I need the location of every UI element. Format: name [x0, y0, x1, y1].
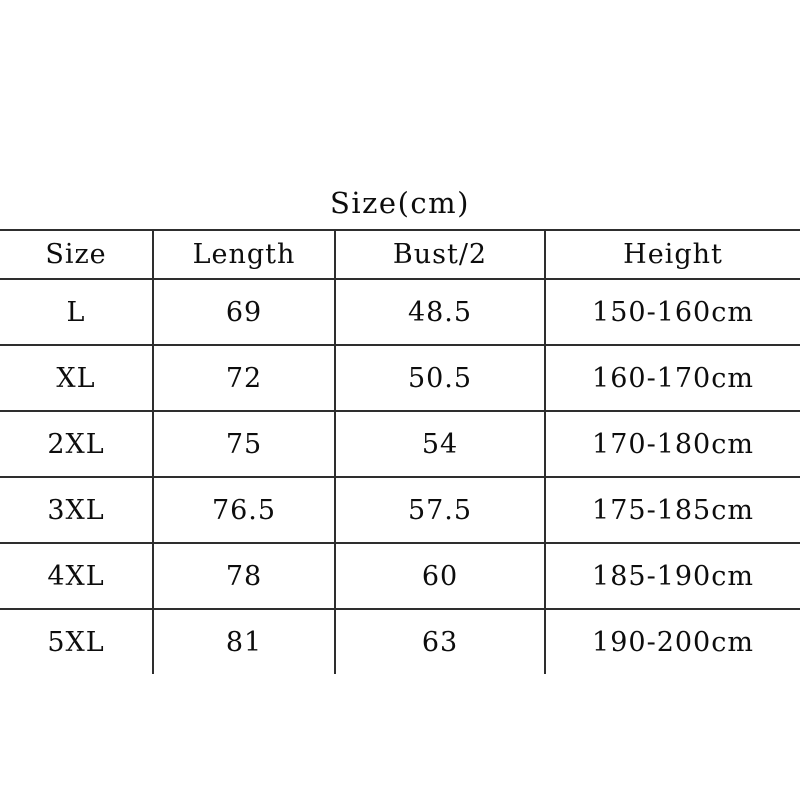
table-row: XL 72 50.5 160-170cm [0, 345, 800, 412]
table-row: L 69 48.5 150-160cm [0, 279, 800, 346]
cell-length: 69 [153, 279, 336, 346]
cell-height: 160-170cm [545, 345, 800, 412]
cell-length: 75 [153, 411, 336, 478]
cell-bust: 57.5 [335, 477, 546, 544]
cell-bust: 50.5 [335, 345, 546, 412]
cell-size: 5XL [0, 609, 154, 674]
cell-size: 3XL [0, 477, 154, 544]
column-header-height: Height [545, 229, 800, 280]
column-header-size: Size [0, 229, 154, 280]
cell-bust: 63 [335, 609, 546, 674]
cell-height: 170-180cm [545, 411, 800, 478]
cell-height: 150-160cm [545, 279, 800, 346]
cell-height: 190-200cm [592, 626, 754, 658]
cell-size: XL [0, 345, 154, 412]
cell-bust: 48.5 [335, 279, 546, 346]
cell-bust: 60 [335, 543, 546, 610]
table-row: 3XL 76.5 57.5 175-185cm [0, 477, 800, 544]
cell-height: 175-185cm [545, 477, 800, 544]
table-row: 4XL 78 60 185-190cm [0, 543, 800, 610]
cell-height: 185-190cm [545, 543, 800, 610]
cell-length: 78 [153, 543, 336, 610]
page-title: Size(cm) [330, 186, 470, 220]
cell-length: 76.5 [153, 477, 336, 544]
table-row: 5XL 81 63 190-200cm [0, 609, 800, 674]
column-header-bust: Bust/2 [335, 229, 546, 280]
size-chart-root: Size(cm) Size Length Bust/2 Height L 69 … [0, 0, 800, 800]
table-row: 2XL 75 54 170-180cm [0, 411, 800, 478]
table-body: L 69 48.5 150-160cm XL 72 50.5 160-170cm… [0, 279, 800, 674]
cell-length: 72 [153, 345, 336, 412]
cell-size: 4XL [0, 543, 154, 610]
cell-length: 81 [153, 609, 336, 674]
table-header-row: Size Length Bust/2 Height [0, 229, 800, 280]
size-chart-table: Size Length Bust/2 Height L 69 48.5 150-… [0, 229, 800, 674]
cell-size: 2XL [0, 411, 154, 478]
cell-size: L [0, 279, 154, 346]
column-header-length: Length [153, 229, 336, 280]
table-header: Size Length Bust/2 Height [0, 229, 800, 280]
cell-bust: 54 [335, 411, 546, 478]
